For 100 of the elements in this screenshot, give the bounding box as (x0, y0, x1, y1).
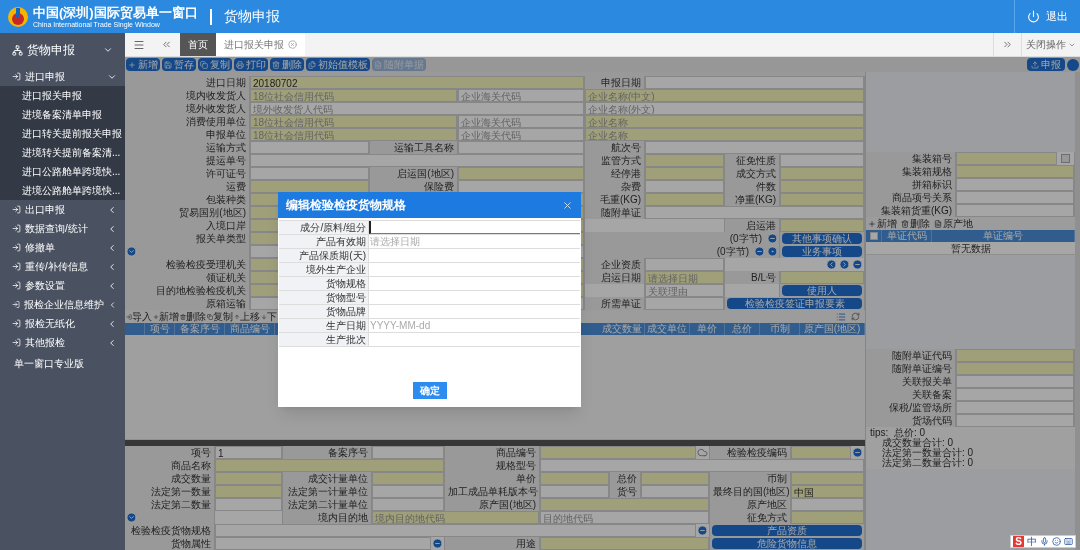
input-field[interactable] (645, 206, 864, 219)
checkbox[interactable] (1061, 154, 1070, 163)
input-field[interactable] (540, 485, 609, 498)
collapse-icon[interactable] (754, 246, 765, 257)
input-field[interactable] (791, 446, 851, 459)
sidebar-item[interactable]: 报检企业信息维护 (0, 295, 125, 314)
input-field[interactable] (372, 472, 444, 485)
grid-toolbar-button[interactable]: 删除 (180, 310, 206, 323)
input-field[interactable] (215, 498, 282, 511)
input-field[interactable] (956, 204, 1074, 217)
input-field[interactable] (780, 167, 864, 180)
input-field[interactable]: 企业海关代码 (458, 128, 584, 141)
grid-toolbar-button[interactable]: 原产地 (934, 217, 973, 230)
input-field[interactable] (372, 485, 444, 498)
input-field[interactable] (791, 511, 864, 524)
input-field[interactable] (215, 459, 444, 472)
sidebar-item[interactable]: 参数设置 (0, 276, 125, 295)
action-button[interactable]: 业务事项 (782, 246, 862, 257)
input-field[interactable] (956, 178, 1074, 191)
input-field[interactable] (215, 472, 282, 485)
input-field[interactable] (250, 154, 584, 167)
grid-toolbar-button[interactable]: 删除 (901, 217, 930, 230)
sidebar-item[interactable]: 进境转关提前备案清... (0, 143, 125, 162)
input-field[interactable] (645, 167, 724, 180)
input-field[interactable] (372, 498, 444, 511)
toolbar-button[interactable]: 初始值模板 (306, 58, 370, 71)
chevrons-left-icon[interactable] (161, 39, 172, 50)
input-field[interactable] (250, 167, 369, 180)
checkbox[interactable] (869, 232, 878, 240)
input-field[interactable]: 目的地代码 (540, 511, 709, 524)
input-field[interactable] (540, 446, 696, 459)
input-field[interactable] (372, 446, 444, 459)
sidebar-item[interactable]: 进口申报 (0, 67, 125, 86)
input-field[interactable] (956, 362, 1074, 375)
input-field[interactable] (645, 180, 724, 193)
input-field[interactable] (215, 485, 282, 498)
input-field[interactable] (540, 459, 864, 472)
action-button[interactable]: 检验检疫签证申报要素 (727, 298, 862, 309)
close-menu[interactable]: 关闭操作 (1021, 33, 1080, 56)
input-field[interactable]: 关联理由 (645, 284, 724, 297)
sidebar-item[interactable]: 修撤单 (0, 238, 125, 257)
grid-toolbar-button[interactable]: 新增 (153, 310, 179, 323)
collapse-icon[interactable] (432, 538, 443, 549)
input-field[interactable] (641, 472, 709, 485)
previous-icon[interactable] (826, 259, 837, 270)
input-field[interactable] (780, 219, 864, 232)
cloud-icon[interactable] (697, 447, 708, 458)
input-field[interactable] (215, 537, 431, 550)
collapse-icon[interactable] (852, 259, 863, 270)
input-mode[interactable]: 中 (1027, 536, 1037, 547)
input-field[interactable] (956, 191, 1074, 204)
close-icon[interactable] (562, 199, 573, 211)
sidebar-item[interactable]: 进口转关提前报关申报 (0, 124, 125, 143)
input-field[interactable]: 20180702 (250, 76, 584, 89)
input-field[interactable] (956, 401, 1074, 414)
input-field[interactable] (791, 498, 864, 511)
input-field[interactable] (956, 414, 1074, 427)
input-field[interactable] (645, 193, 724, 206)
submit-button[interactable]: 申报 (1027, 58, 1065, 71)
sidebar-item[interactable]: 单一窗口专业版 (0, 352, 125, 374)
collapse-icon[interactable] (697, 525, 708, 536)
input-field[interactable] (956, 388, 1074, 401)
input-field[interactable]: 中国 (791, 485, 864, 498)
action-button[interactable]: 产品资质 (712, 525, 862, 536)
smiley-icon[interactable] (1052, 537, 1061, 546)
collapse-icon[interactable] (767, 233, 778, 244)
input-field[interactable] (956, 165, 1074, 178)
input-field[interactable] (215, 524, 696, 537)
input-field[interactable] (780, 193, 864, 206)
input-field[interactable] (645, 76, 864, 89)
toolbar-button[interactable]: 暂存 (162, 58, 196, 71)
action-button[interactable]: 使用人 (782, 285, 862, 296)
info-icon[interactable] (767, 246, 778, 257)
input-field[interactable] (458, 167, 584, 180)
input-field[interactable]: 企业海关代码 (458, 115, 584, 128)
input-field[interactable] (540, 537, 709, 550)
input-field[interactable] (956, 152, 1057, 165)
collapse-icon[interactable] (852, 447, 863, 458)
toolbar-button[interactable]: 复制 (198, 58, 232, 71)
input-field[interactable] (540, 472, 609, 485)
input-field[interactable] (250, 141, 369, 154)
grid-toolbar-button[interactable]: 复制 (207, 310, 233, 323)
sidebar-item[interactable]: 进境备案清单申报 (0, 105, 125, 124)
input-field[interactable] (780, 154, 864, 167)
exit-button[interactable]: 退出 (1015, 8, 1080, 25)
tab[interactable]: 首页 (180, 33, 216, 56)
toolbar-button[interactable]: 新增 (126, 58, 160, 71)
grid-toolbar-button[interactable]: 上移 (234, 310, 260, 323)
input-field[interactable] (645, 297, 724, 310)
keyboard-icon[interactable] (1064, 537, 1073, 546)
action-button[interactable]: 其他事项确认 (782, 233, 862, 244)
tab[interactable]: 进口报关申报 (216, 33, 305, 56)
input-field[interactable] (645, 154, 724, 167)
sidebar-item[interactable]: 进口公路舱单跨境快... (0, 162, 125, 181)
input-field[interactable] (956, 375, 1074, 388)
ime-logo[interactable]: S (1013, 536, 1024, 547)
confirm-button[interactable]: 确定 (412, 382, 447, 399)
expand-icon[interactable] (126, 512, 137, 523)
menu-icon[interactable] (133, 38, 145, 51)
list-icon[interactable] (836, 311, 846, 322)
